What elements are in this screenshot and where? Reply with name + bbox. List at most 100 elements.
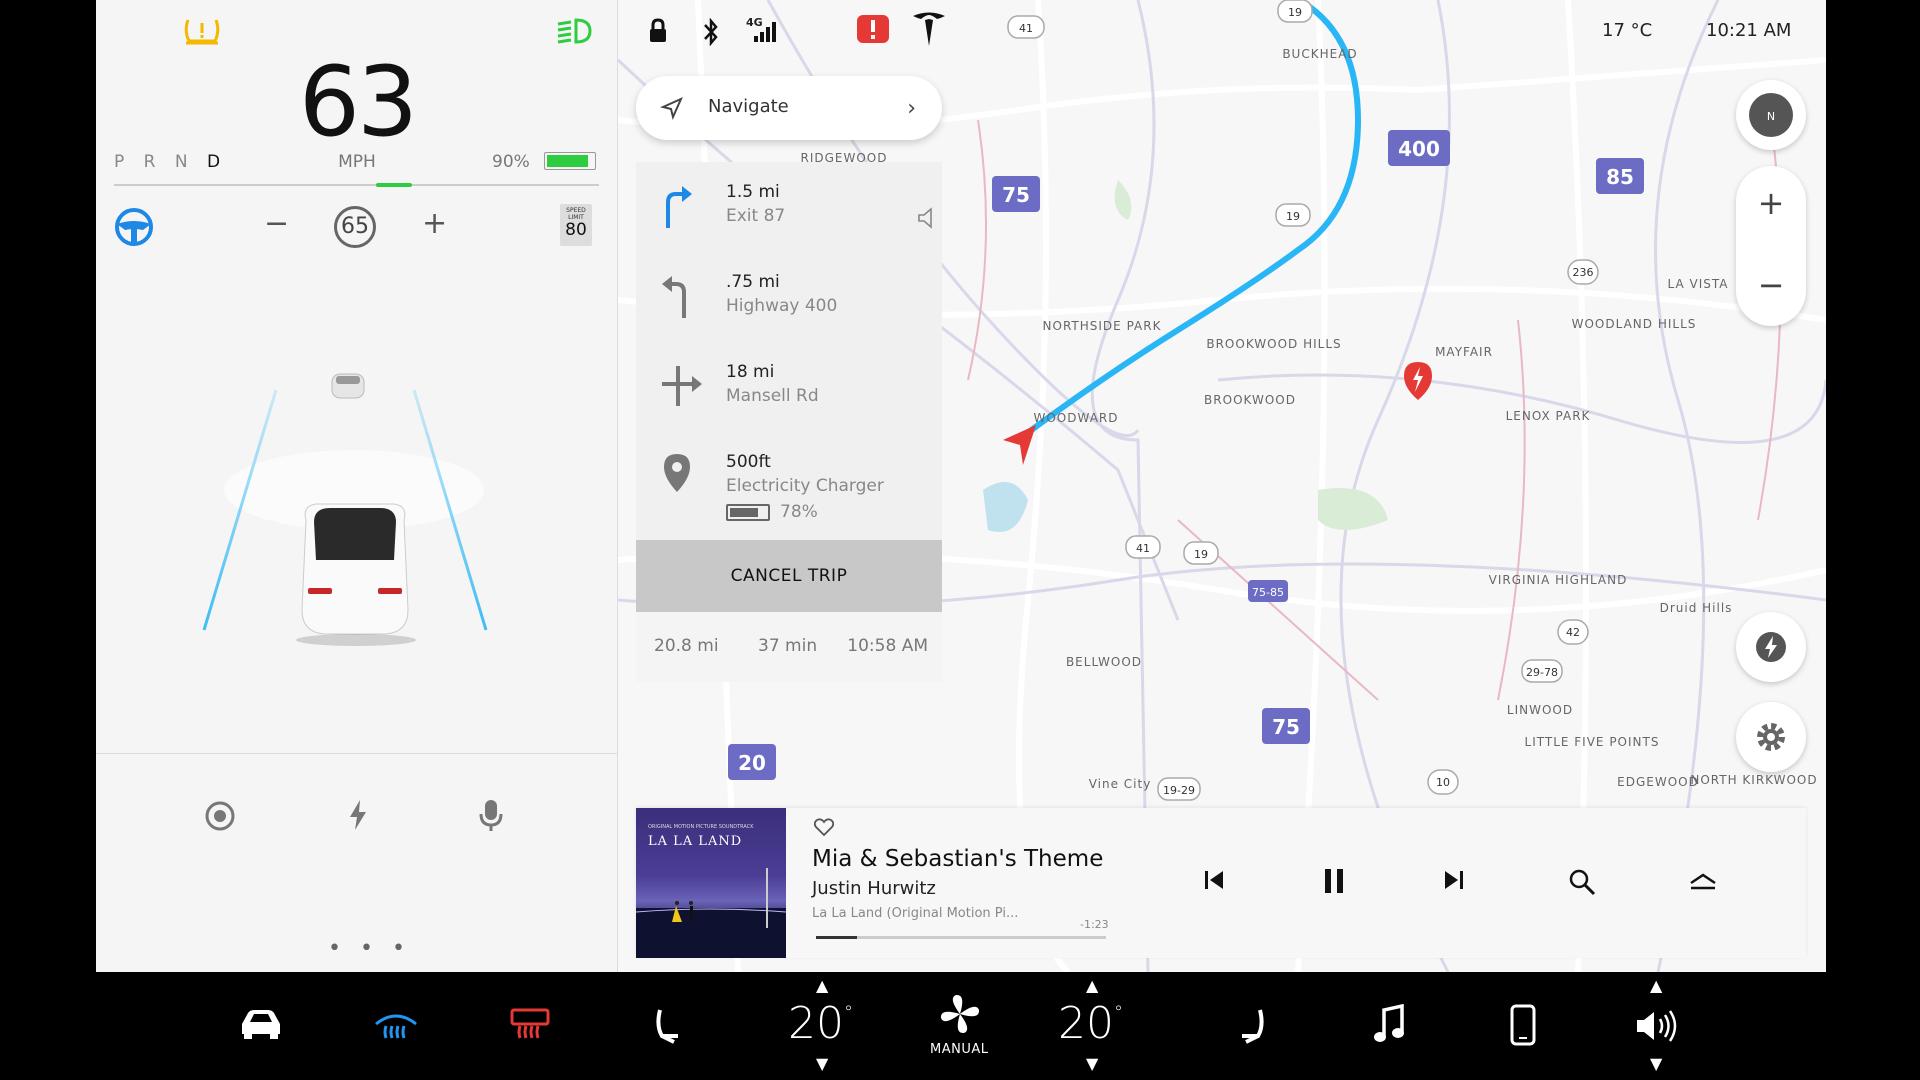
highway-shield: 20 (738, 751, 766, 775)
album-art[interactable]: ORIGINAL MOTION PICTURE SOUNDTRACK LA LA… (636, 808, 786, 958)
next-track-icon[interactable] (1442, 868, 1466, 896)
pause-icon[interactable] (1322, 868, 1346, 898)
playback-progress[interactable] (816, 936, 1106, 939)
passenger-temp-down-icon[interactable]: ▼ (1086, 1054, 1098, 1073)
progress-fill (816, 936, 857, 939)
map-label: NORTH KIRKWOOD (1690, 773, 1817, 787)
tesla-logo-icon[interactable] (910, 10, 948, 52)
decrease-speed-button[interactable]: − (264, 206, 289, 241)
highway-shield: 85 (1606, 165, 1634, 189)
volume-down-icon[interactable]: ▼ (1650, 1054, 1662, 1073)
driver-temp-value: 20 (788, 998, 844, 1049)
step-distance: .75 mi (726, 272, 780, 292)
turn-step[interactable]: 500ft Electricity Charger 78% (636, 432, 942, 542)
map-settings-button[interactable] (1736, 702, 1806, 772)
zoom-control: + − (1736, 166, 1806, 326)
driving-panel: 63 P R N D MPH 90% − 65 + SPEED LIMIT80 (96, 0, 618, 972)
panel-divider (96, 753, 618, 754)
turn-step[interactable]: .75 mi Highway 400 (636, 252, 942, 342)
charging-icon[interactable] (346, 798, 370, 836)
camera-icon[interactable] (204, 800, 236, 836)
speed-limit-value: 80 (565, 220, 587, 240)
search-icon[interactable] (1568, 868, 1596, 900)
zoom-out-button[interactable]: − (1736, 266, 1806, 304)
volume-up-icon[interactable]: ▲ (1650, 976, 1662, 995)
car-icon[interactable] (238, 1008, 284, 1044)
expand-media-icon[interactable] (1688, 872, 1718, 896)
cancel-trip-button[interactable]: CANCEL TRIP (636, 540, 942, 612)
navigate-search-bar[interactable]: Navigate › (636, 76, 942, 140)
fan-mode-label: MANUAL (930, 1042, 989, 1057)
trip-distance: 20.8 mi (654, 636, 719, 656)
battery-fill (547, 155, 589, 167)
phone-icon[interactable] (1510, 1004, 1536, 1050)
charging-locations-button[interactable] (1736, 612, 1806, 682)
bluetooth-icon[interactable] (702, 17, 720, 50)
map-label: VIRGINIA HIGHLAND (1489, 573, 1628, 587)
route-shield: 75-85 (1252, 586, 1284, 599)
map-label: WOODWARD (1034, 411, 1119, 425)
route-shield: 41 (1019, 22, 1033, 35)
step-distance: 18 mi (726, 362, 775, 382)
track-artist: Justin Hurwitz (812, 878, 936, 899)
outside-temperature: 17 °C (1602, 20, 1653, 41)
passenger-temp-up-icon[interactable]: ▲ (1086, 976, 1098, 995)
battery-bar (544, 152, 596, 170)
set-speed-badge: 65 (334, 206, 376, 248)
passenger-seat-heater-icon[interactable] (1236, 1006, 1268, 1050)
rear-defrost-icon[interactable] (508, 1006, 552, 1046)
headlights-icon[interactable] (554, 16, 594, 50)
speaker-volume-icon[interactable] (1634, 1008, 1682, 1048)
driver-seat-heater-icon[interactable] (652, 1006, 684, 1050)
driver-temp-down-icon[interactable]: ▼ (816, 1054, 828, 1073)
clock: 10:21 AM (1706, 20, 1792, 41)
tire-pressure-warning-icon[interactable] (182, 16, 222, 50)
route-shield: 19 (1194, 548, 1208, 561)
charge-level: 78% (780, 502, 818, 522)
front-defrost-icon[interactable] (374, 1006, 418, 1046)
step-name: Highway 400 (726, 296, 838, 316)
turn-step[interactable]: 18 mi Mansell Rd (636, 342, 942, 432)
album-art-scene (636, 868, 786, 958)
arrival-time: 10:58 AM (847, 636, 928, 656)
map-label: Vine City (1089, 777, 1152, 791)
turn-left-icon (662, 276, 686, 318)
passenger-temp-degree: ° (1114, 1002, 1123, 1023)
compass-button[interactable]: N (1736, 80, 1806, 150)
autopilot-steering-icon[interactable] (113, 206, 155, 252)
lock-icon[interactable] (648, 18, 668, 48)
speed-readout: 63 (298, 46, 418, 158)
map-label: LINWOOD (1507, 703, 1573, 717)
zoom-in-button[interactable]: + (1736, 184, 1806, 222)
speed-limit-sign: SPEED LIMIT 80 (560, 204, 592, 246)
turn-step[interactable]: 1.5 mi Exit 87 (636, 162, 942, 252)
alert-icon[interactable] (856, 14, 890, 48)
map-label: BELLWOOD (1066, 655, 1142, 669)
passenger-temperature[interactable]: 20° (1058, 998, 1123, 1049)
previous-track-icon[interactable] (1202, 868, 1226, 896)
battery-percent: 90% (492, 152, 530, 172)
network-type: 4G (746, 16, 763, 29)
heart-icon[interactable] (813, 818, 835, 840)
step-distance: 1.5 mi (726, 182, 780, 202)
route-shield: 19-29 (1163, 784, 1195, 797)
turn-right-icon (666, 186, 692, 228)
album-art-title: LA LA LAND (648, 834, 743, 849)
increase-speed-button[interactable]: + (422, 206, 447, 241)
navigation-arrow-icon (659, 96, 684, 124)
more-options-button[interactable]: • • • (328, 936, 411, 961)
map-label: Druid Hills (1660, 601, 1733, 615)
speed-divider (114, 183, 599, 187)
passenger-temp-value: 20 (1058, 998, 1114, 1049)
route-shield: 19 (1288, 6, 1302, 19)
track-album: La La Land (Original Motion Pi... (812, 906, 1019, 921)
driver-temperature[interactable]: 20° (788, 998, 853, 1049)
highway-shield: 75 (1002, 183, 1030, 207)
driver-temp-up-icon[interactable]: ▲ (816, 976, 828, 995)
route-shield: 19 (1286, 210, 1300, 223)
fan-icon[interactable] (938, 992, 982, 1040)
microphone-icon[interactable] (478, 798, 504, 838)
navigate-label: Navigate (708, 96, 789, 117)
media-player: ORIGINAL MOTION PICTURE SOUNDTRACK LA LA… (636, 808, 1806, 958)
music-note-icon[interactable] (1372, 1003, 1406, 1050)
